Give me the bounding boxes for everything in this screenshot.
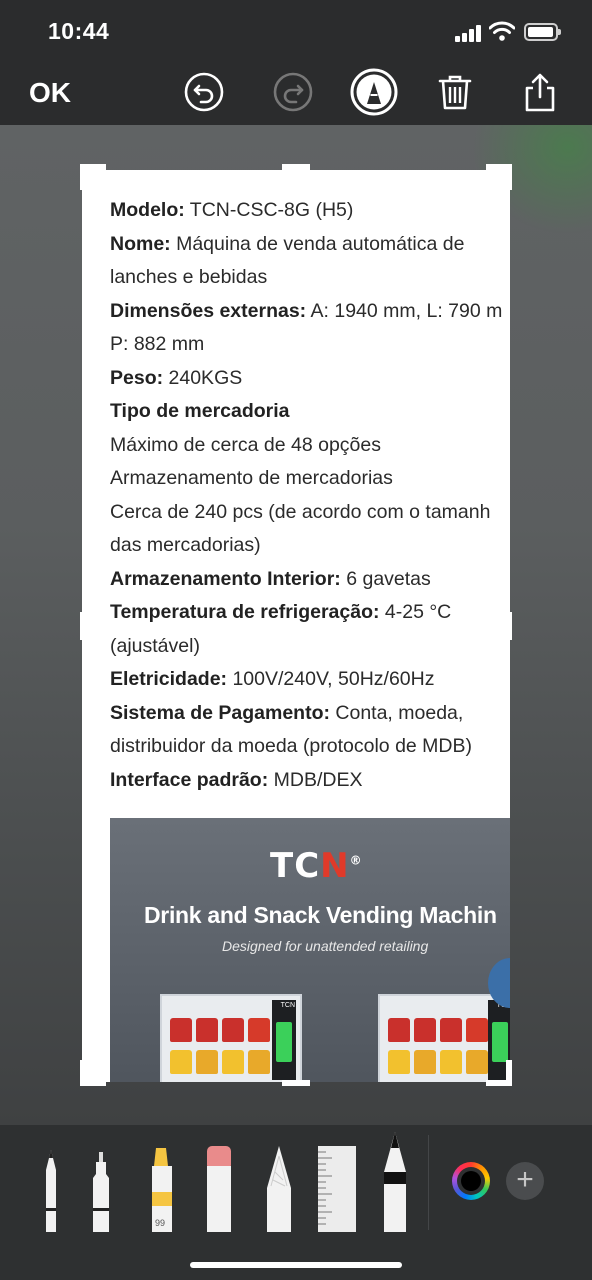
ok-button[interactable]: OK (29, 77, 71, 109)
spec-value: 240KGS (163, 366, 243, 389)
spec-value: Conta, moeda, (329, 701, 464, 724)
spec-label: Tipo de mercadoria (110, 400, 290, 422)
spec-value: Cerca de 240 pcs (de acordo com o tamanh (110, 500, 491, 523)
crop-handle-right[interactable] (506, 612, 512, 640)
spec-line: Cerca de 240 pcs (de acordo com o tamanh (110, 496, 510, 530)
eraser-tool[interactable] (206, 1146, 232, 1232)
spec-line: Dimensões externas: A: 1940 mm, L: 790 m (110, 295, 510, 329)
screenshot-page: Modelo: TCN-CSC-8G (H5) Nome: Máquina de … (82, 170, 510, 1082)
pen-tool[interactable] (44, 1150, 58, 1232)
spec-label: Interface padrão: (110, 768, 269, 791)
monoline-tool[interactable] (88, 1152, 114, 1232)
spec-value: Máquina de venda automática de (170, 232, 465, 255)
crop-handle-bottom-left[interactable] (80, 1060, 86, 1086)
vending-machine-image: TCN (160, 994, 302, 1082)
promo-title: Drink and Snack Vending Machin (144, 902, 497, 928)
crop-handle-bottom-right[interactable] (506, 1060, 512, 1086)
lasso-tool[interactable] (266, 1146, 292, 1232)
spec-line: Modelo: TCN-CSC-8G (H5) (110, 194, 510, 228)
spec-value: distribuidor da moeda (protocolo de MDB) (110, 735, 473, 757)
spec-value: 100V/240V, 50Hz/60Hz (227, 668, 435, 690)
spec-value: das mercadorias) (110, 534, 261, 556)
spec-value: Armazenamento de mercadorias (110, 467, 393, 489)
spec-value: 4-25 °C (379, 601, 452, 623)
spec-line: Temperatura de refrigeração: 4-25 °C (110, 596, 510, 630)
spec-value: lanches e bebidas (110, 266, 268, 288)
color-wheel-icon[interactable] (452, 1162, 490, 1200)
spec-line: lanches e bebidas (110, 261, 510, 295)
palette-divider (428, 1135, 429, 1230)
cellular-signal-icon (455, 24, 481, 42)
spec-line: distribuidor da moeda (protocolo de MDB) (110, 730, 510, 764)
highlighter-opacity: 99 (155, 1218, 166, 1228)
spec-value: 6 gavetas (340, 567, 431, 590)
trash-icon[interactable] (435, 72, 475, 112)
spec-line: (ajustável) (110, 630, 510, 664)
pencil-tool[interactable] (382, 1132, 408, 1232)
spec-line: Tipo de mercadoria (110, 395, 510, 429)
spec-value: P: 882 mm (110, 333, 205, 355)
spec-line: Nome: Máquina de venda automática de (110, 228, 510, 262)
spec-line: Sistema de Pagamento: Conta, moeda, (110, 697, 510, 731)
crop-handle-top-left[interactable] (80, 164, 86, 190)
promo-subtitle: Designed for unattended retailing (222, 938, 429, 954)
crop-handle-top-right[interactable] (506, 164, 512, 190)
add-button[interactable]: + (506, 1162, 544, 1200)
spec-line: Interface padrão: MDB/DEX (110, 764, 510, 798)
spec-line: Armazenamento de mercadorias (110, 462, 510, 496)
spec-line: P: 882 mm (110, 328, 510, 362)
markup-pen-icon[interactable] (350, 68, 398, 116)
spec-text: Modelo: TCN-CSC-8G (H5) Nome: Máquina de … (110, 194, 510, 797)
battery-icon (524, 23, 561, 41)
spec-label: Temperatura de refrigeração: (110, 601, 380, 623)
spec-line: Peso: 240KGS (110, 362, 510, 396)
spec-value: Máximo de cerca de 48 opções (110, 433, 381, 456)
highlighter-tool[interactable]: 99 (148, 1148, 176, 1232)
spec-label: Armazenamento Interior: (110, 567, 341, 590)
spec-value: MDB/DEX (268, 768, 363, 791)
spec-label: Peso: (110, 366, 164, 389)
crop-handle-bottom[interactable] (282, 1080, 310, 1086)
brand-logo: TCN® (270, 846, 363, 886)
spec-label: Eletricidade: (110, 668, 228, 690)
crop-handle-left[interactable] (80, 612, 86, 640)
status-bar: 10:44 (0, 0, 592, 60)
spec-label: Dimensões externas: (110, 299, 307, 322)
spec-value: (ajustável) (110, 634, 200, 657)
spec-value: A: 1940 mm, L: 790 m (306, 299, 503, 322)
spec-line: Eletricidade: 100V/240V, 50Hz/60Hz (110, 663, 510, 697)
home-indicator (190, 1262, 402, 1268)
spec-label: Nome: (110, 232, 171, 255)
crop-handle-top[interactable] (282, 164, 310, 170)
spec-line: Armazenamento Interior: 6 gavetas (110, 563, 510, 597)
ruler-tool[interactable] (318, 1146, 356, 1232)
promo-image: TCN® Drink and Snack Vending Machin Desi… (110, 818, 510, 1082)
wifi-icon (488, 20, 516, 42)
share-icon[interactable] (520, 72, 560, 112)
markup-toolbar: OK (0, 60, 592, 125)
spec-value: TCN-CSC-8G (H5) (184, 199, 354, 221)
spec-line: Máximo de cerca de 48 opções (110, 429, 510, 463)
spec-label: Modelo: (110, 199, 185, 221)
status-time: 10:44 (48, 18, 110, 44)
undo-icon[interactable] (184, 72, 224, 112)
redo-icon[interactable] (273, 72, 313, 112)
vending-machine-image: TCN (378, 994, 510, 1082)
spec-label: Sistema de Pagamento: (110, 701, 330, 724)
spec-line: das mercadorias) (110, 529, 510, 563)
